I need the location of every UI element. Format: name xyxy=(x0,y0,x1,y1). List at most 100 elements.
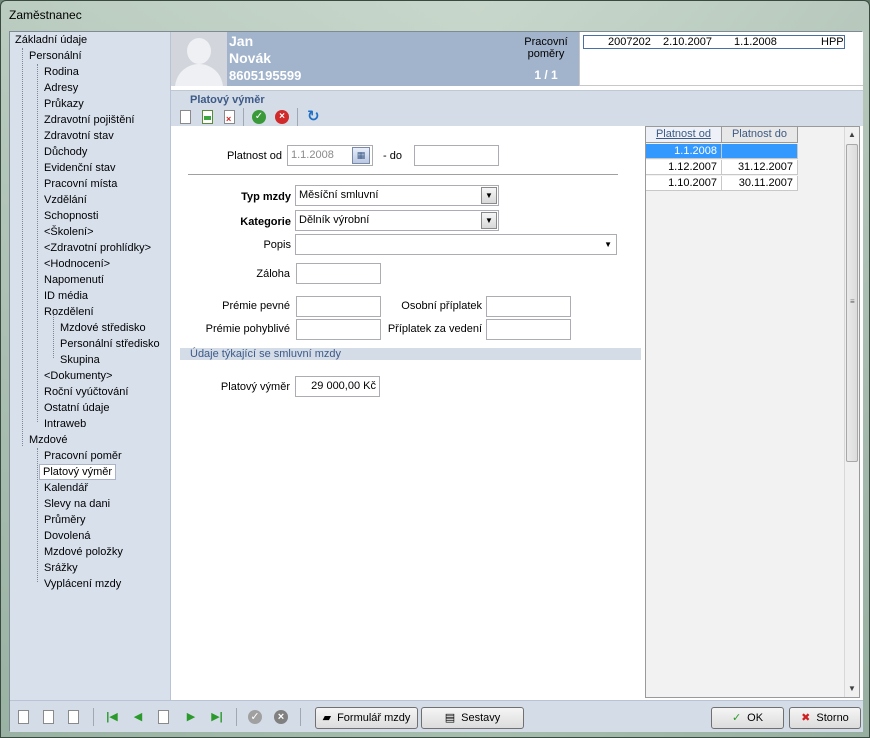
first-record-icon[interactable]: |◀ xyxy=(105,710,119,724)
tree-item-personalni-stredisko[interactable]: Personální středisko xyxy=(57,336,163,352)
edit-icon[interactable] xyxy=(43,710,54,724)
tree-item-zdravotni-stav[interactable]: Zdravotní stav xyxy=(41,128,117,144)
table-row[interactable]: 1.12.2007 31.12.2007 xyxy=(646,160,798,175)
valid-from-input[interactable]: 1.1.2008 ▦ xyxy=(287,145,373,166)
toolbar-separator xyxy=(297,108,298,126)
bonus-variable-label: Prémie pohyblivé xyxy=(205,323,290,335)
delete-icon[interactable]: × xyxy=(224,110,235,124)
confirm-icon[interactable]: ✓ xyxy=(252,110,266,124)
ok-button[interactable]: ✓ OK xyxy=(711,707,784,729)
relation-row[interactable]: 2007202 2.10.2007 1.1.2008 HPP xyxy=(583,35,845,49)
relation-start: 2.10.2007 xyxy=(663,36,712,48)
valid-to-input[interactable] xyxy=(414,145,499,166)
last-record-icon[interactable]: ▶| xyxy=(210,710,224,724)
tree-item-skupina[interactable]: Skupina xyxy=(57,352,103,368)
tree-item-rodina[interactable]: Rodina xyxy=(41,64,82,80)
section-bar: Platový výměr × ✓ × ↻ xyxy=(171,90,863,126)
window-client: Základní údaje Personální Rodina Adresy … xyxy=(9,31,863,732)
management-allowance-input[interactable] xyxy=(486,319,571,340)
tree-item-pracovni-mista[interactable]: Pracovní místa xyxy=(41,176,120,192)
tree-item-vzdelani[interactable]: Vzdělání xyxy=(41,192,90,208)
tree-item-kalendar[interactable]: Kalendář xyxy=(41,480,91,496)
bonus-fixed-input[interactable] xyxy=(296,296,381,317)
tree-item-rozdeleni[interactable]: Rozdělení xyxy=(41,304,97,320)
grid-header-valid-from[interactable]: Platnost od xyxy=(646,127,722,143)
tree-item-mzdove-polozky[interactable]: Mzdové položky xyxy=(41,544,126,560)
tree-item-dokumenty[interactable]: <Dokumenty> xyxy=(41,368,115,384)
wage-form-button[interactable]: ▰ Formulář mzdy xyxy=(315,707,418,729)
wage-type-label: Typ mzdy xyxy=(241,191,291,203)
category-select[interactable]: Dělník výrobní ▼ xyxy=(295,210,499,231)
find-record-icon[interactable] xyxy=(158,710,169,724)
wage-form-label: Formulář mzdy xyxy=(337,712,411,724)
tree-item-zakladni-udaje[interactable]: Základní údaje xyxy=(12,32,90,48)
cancel-icon[interactable]: × xyxy=(275,110,289,124)
tree-item-duchody[interactable]: Důchody xyxy=(41,144,90,160)
grid-scrollbar[interactable]: ▲ ≡ ▼ xyxy=(844,127,859,697)
tree-item-dovolena[interactable]: Dovolená xyxy=(41,528,93,544)
tree-item-schopnosti[interactable]: Schopnosti xyxy=(41,208,101,224)
tree-item-personalni[interactable]: Personální xyxy=(26,48,85,64)
validity-grid[interactable]: Platnost od Platnost do 1.1.2008 1.12.20… xyxy=(645,126,860,698)
tree-item-hodnoceni[interactable]: <Hodnocení> xyxy=(41,256,113,272)
navigation-tree[interactable]: Základní údaje Personální Rodina Adresy … xyxy=(10,32,171,700)
relations-list[interactable]: 2007202 2.10.2007 1.1.2008 HPP xyxy=(579,32,863,86)
tree-item-intraweb[interactable]: Intraweb xyxy=(41,416,89,432)
previous-record-icon[interactable]: ◀ xyxy=(131,710,145,724)
tree-item-platovy-vymer[interactable]: Platový výměr xyxy=(39,464,117,480)
tree-connector xyxy=(22,48,23,446)
tree-item-ostatni-udaje[interactable]: Ostatní údaje xyxy=(41,400,112,416)
tree-item-prukazy[interactable]: Průkazy xyxy=(41,96,87,112)
ok-label: OK xyxy=(747,712,764,724)
edit-icon[interactable] xyxy=(202,110,213,124)
wage-type-select[interactable]: Měsíční smluvní ▼ xyxy=(295,185,499,206)
tree-item-evidencni-stav[interactable]: Evidenční stav xyxy=(41,160,119,176)
scroll-down-icon[interactable]: ▼ xyxy=(845,681,859,697)
description-label: Popis xyxy=(263,239,291,251)
cancel-icon[interactable]: × xyxy=(274,710,288,724)
chevron-down-icon[interactable]: ▼ xyxy=(481,187,497,204)
next-record-icon[interactable]: ▶ xyxy=(184,710,198,724)
grid-cell-from: 1.12.2007 xyxy=(646,160,722,175)
scroll-thumb[interactable]: ≡ xyxy=(846,144,858,462)
tree-item-skoleni[interactable]: <Školení> xyxy=(41,224,97,240)
table-row[interactable]: 1.1.2008 xyxy=(646,144,798,159)
tree-item-id-media[interactable]: ID média xyxy=(41,288,91,304)
confirm-icon[interactable]: ✓ xyxy=(248,710,262,724)
tree-item-zdravotni-pojisteni[interactable]: Zdravotní pojištění xyxy=(41,112,138,128)
grid-header-valid-to[interactable]: Platnost do xyxy=(722,127,798,143)
tree-item-vyplaceni-mzdy[interactable]: Vyplácení mzdy xyxy=(41,576,124,592)
form-divider xyxy=(188,174,618,175)
refresh-icon[interactable]: ↻ xyxy=(307,109,321,124)
tree-item-srazky[interactable]: Srážky xyxy=(41,560,81,576)
advance-label: Záloha xyxy=(256,268,290,280)
tree-item-pracovni-pomer[interactable]: Pracovní poměr xyxy=(41,448,125,464)
cancel-button[interactable]: ✖ Storno xyxy=(789,707,861,729)
tree-connector xyxy=(37,448,38,582)
tree-item-rocni-vyuctovani[interactable]: Roční vyúčtování xyxy=(41,384,131,400)
salary-input[interactable]: 29 000,00 Kč xyxy=(295,376,380,397)
tree-item-slevy-na-dani[interactable]: Slevy na dani xyxy=(41,496,113,512)
description-select[interactable]: ▼ xyxy=(295,234,617,255)
tree-item-mzdove[interactable]: Mzdové xyxy=(26,432,71,448)
bottom-toolbar: |◀ ◀ ▶ ▶| ✓ × ▰ Formulář mzdy ▤ Sestavy ✓ O… xyxy=(10,700,863,732)
employee-header: Jan Novák 8605195599 Pracovní poměry 1 /… xyxy=(171,32,579,86)
tree-item-zdravotni-prohlidky[interactable]: <Zdravotní prohlídky> xyxy=(41,240,154,256)
calendar-icon[interactable]: ▦ xyxy=(352,147,370,164)
advance-input[interactable] xyxy=(296,263,381,284)
tree-item-adresy[interactable]: Adresy xyxy=(41,80,81,96)
tree-item-napomenuti[interactable]: Napomenutí xyxy=(41,272,107,288)
table-row[interactable]: 1.10.2007 30.11.2007 xyxy=(646,176,798,191)
personal-allowance-input[interactable] xyxy=(486,296,571,317)
tree-item-mzdove-stredisko[interactable]: Mzdové středisko xyxy=(57,320,149,336)
new-icon[interactable] xyxy=(18,710,29,724)
tree-item-prumery[interactable]: Průměry xyxy=(41,512,89,528)
scroll-up-icon[interactable]: ▲ xyxy=(845,127,859,143)
bonus-variable-input[interactable] xyxy=(296,319,381,340)
chevron-down-icon[interactable]: ▼ xyxy=(604,235,612,254)
new-icon[interactable] xyxy=(180,110,191,124)
valid-from-label: Platnost od xyxy=(226,150,282,162)
delete-icon[interactable] xyxy=(68,710,79,724)
reports-button[interactable]: ▤ Sestavy xyxy=(421,707,524,729)
chevron-down-icon[interactable]: ▼ xyxy=(481,212,497,229)
